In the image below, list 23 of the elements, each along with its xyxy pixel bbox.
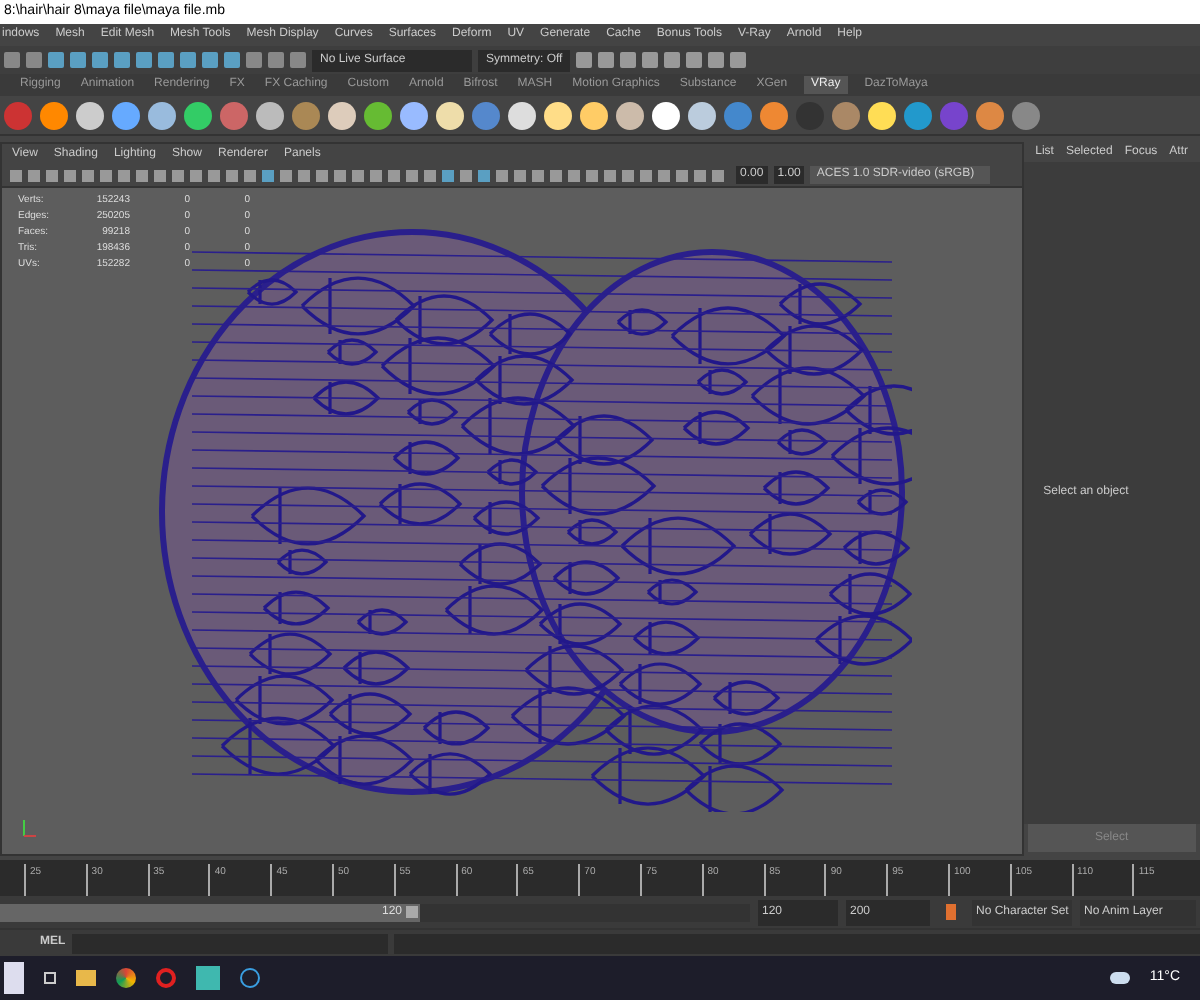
shelf-icon[interactable]	[616, 101, 644, 129]
shelf-icon[interactable]	[436, 101, 464, 129]
shelf-icon[interactable]	[364, 101, 392, 129]
shelf-icon[interactable]	[76, 101, 104, 129]
shelf-icon[interactable]	[112, 101, 140, 129]
shelf-icon[interactable]	[328, 101, 356, 129]
shelf-icon[interactable]	[868, 101, 896, 129]
axis-icon	[22, 818, 38, 838]
shelf-icon[interactable]	[400, 101, 428, 129]
range-handle[interactable]	[406, 906, 418, 918]
shelf-icon[interactable]	[688, 101, 716, 129]
shelf-icon[interactable]	[184, 101, 212, 129]
shelf-icon[interactable]	[652, 101, 680, 129]
command-input-field[interactable]	[71, 933, 388, 953]
shelf-icon[interactable]	[148, 101, 176, 129]
shelf-icon[interactable]	[40, 101, 68, 129]
shelf-icon[interactable]	[256, 101, 284, 129]
shelf-icon[interactable]	[544, 101, 572, 129]
task-view-icon[interactable]	[44, 972, 56, 984]
cloud-icon	[1109, 972, 1130, 984]
shelf-icon[interactable]	[580, 101, 608, 129]
ring-icon[interactable]	[156, 968, 176, 988]
shelf-icon[interactable]	[508, 101, 536, 129]
